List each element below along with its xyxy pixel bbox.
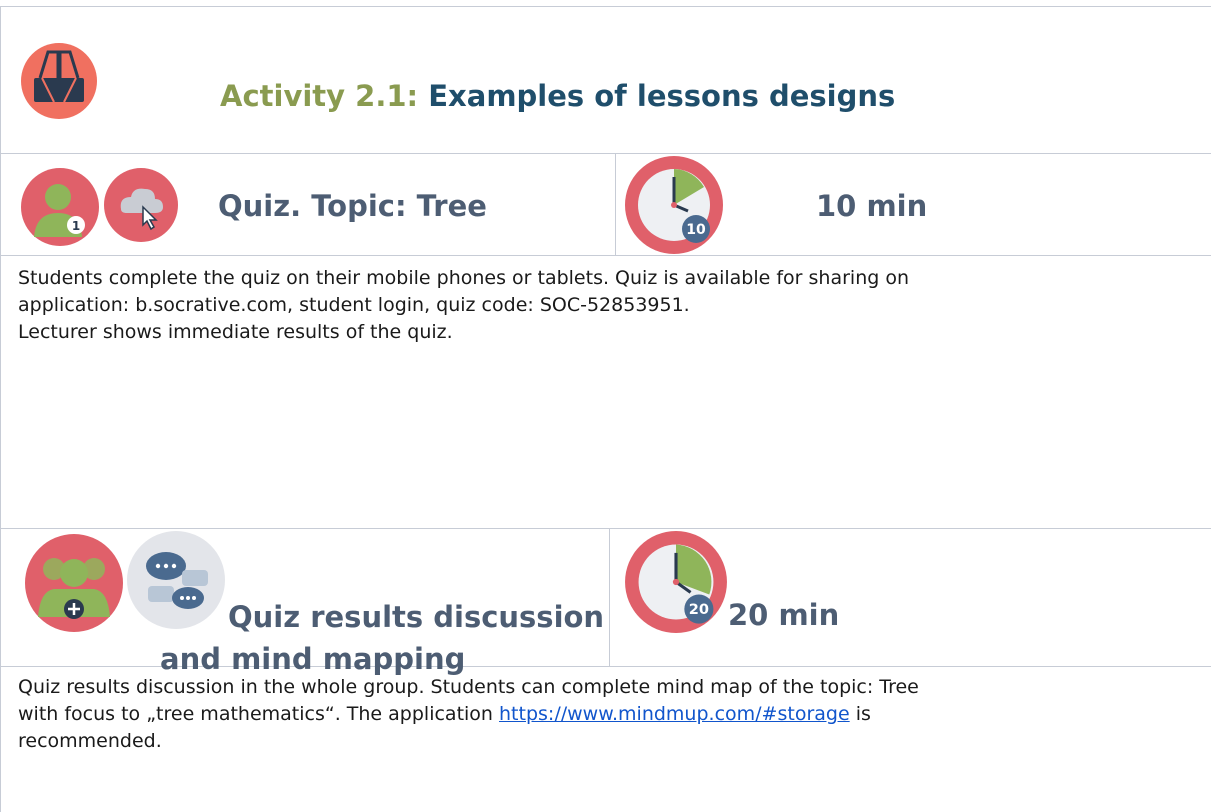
section2-title-line2: and mind mapping xyxy=(160,642,466,676)
cell-divider-1 xyxy=(615,153,616,255)
section2-title-line1: Quiz results discussion xyxy=(228,600,605,634)
row-divider-2 xyxy=(0,255,1211,256)
section2-line2-before: with focus to „tree mathematics“. The ap… xyxy=(18,703,500,725)
row-divider-1 xyxy=(0,153,1211,154)
single-person-icon: 1 xyxy=(20,167,100,251)
activity-name: Examples of lessons designs xyxy=(428,79,896,113)
section1-duration: 10 min xyxy=(816,189,928,223)
section1-paragraph2: Lecturer shows immediate results of the … xyxy=(18,321,453,343)
cell-divider-2 xyxy=(609,528,610,666)
cloud-click-icon xyxy=(103,167,179,247)
section1-paragraph1b: application: b.socrative.com, student lo… xyxy=(18,294,690,316)
timer-clock-icon: 10 xyxy=(624,155,724,259)
table-border-left xyxy=(0,6,1,812)
clock-minutes-10: 10 xyxy=(686,222,706,238)
chat-bubbles-icon xyxy=(126,530,226,634)
activity-title: Activity 2.1: Examples of lessons design… xyxy=(220,79,895,113)
section2-line2: with focus to „tree mathematics“. The ap… xyxy=(18,701,919,728)
section1-title: Quiz. Topic: Tree xyxy=(218,189,487,223)
section2-line1: Quiz results discussion in the whole gro… xyxy=(18,676,919,698)
person-badge-number: 1 xyxy=(72,219,80,233)
section2-description: Quiz results discussion in the whole gro… xyxy=(18,674,919,755)
clock-minutes-20: 20 xyxy=(689,601,709,618)
row-divider-3 xyxy=(0,528,1211,529)
section2-line2-after: is xyxy=(849,703,871,725)
binder-clip-icon xyxy=(20,42,98,124)
timer-clock-icon: 20 xyxy=(624,530,728,638)
section1-description: Students complete the quiz on their mobi… xyxy=(18,265,909,346)
activity-number: Activity 2.1: xyxy=(220,79,419,113)
section1-paragraph1: Students complete the quiz on their mobi… xyxy=(18,267,910,289)
section2-duration: 20 min xyxy=(728,598,840,632)
table-border-top xyxy=(0,6,1211,7)
group-people-icon xyxy=(24,533,124,637)
section2-line3: recommended. xyxy=(18,730,162,752)
mindmup-link[interactable]: https://www.mindmup.com/#storage xyxy=(499,703,850,725)
